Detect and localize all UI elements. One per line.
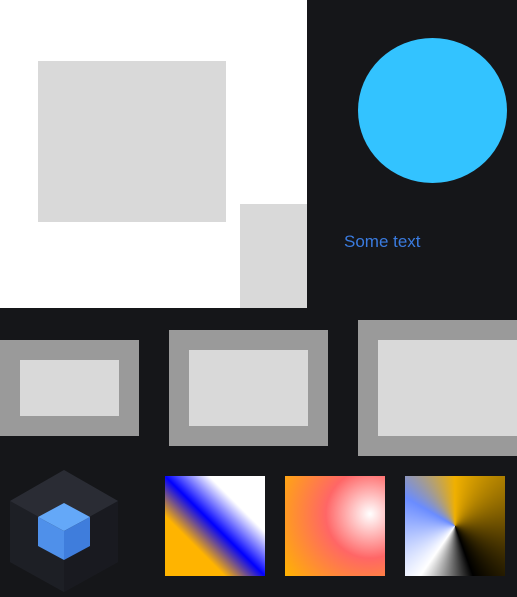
linear-gradient-square (165, 476, 265, 576)
cube-logo-icon (10, 470, 118, 592)
framed-box-1 (0, 340, 139, 436)
gray-rectangle-small (240, 204, 307, 308)
some-text-label: Some text (344, 232, 421, 251)
radial-gradient-square (285, 476, 385, 576)
blue-circle (358, 38, 507, 183)
framed-box-2-inner (189, 350, 308, 426)
framed-box-1-inner (20, 360, 119, 416)
gray-rectangle-large (38, 61, 226, 222)
framed-box-3-inner (378, 340, 517, 436)
conic-gradient-square (405, 476, 505, 576)
framed-box-2 (169, 330, 328, 446)
framed-box-3 (358, 320, 517, 456)
